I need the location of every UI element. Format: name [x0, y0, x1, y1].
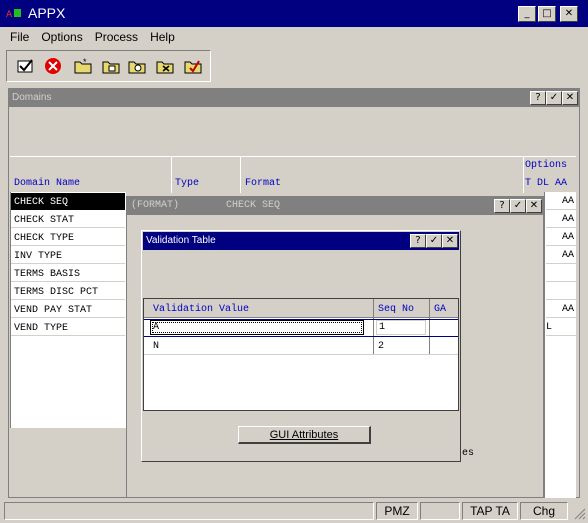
domain-name-cell: CHECK TYPE [14, 233, 75, 244]
cancel-icon[interactable] [42, 56, 64, 76]
format-close-button[interactable]: ✕ [526, 199, 542, 213]
domains-ok-button[interactable]: ✓ [546, 91, 562, 105]
svg-text:A: A [6, 10, 13, 20]
gui-attributes-button[interactable]: GUI Attributes [238, 426, 371, 444]
validation-close-button[interactable]: ✕ [442, 234, 458, 248]
menu-options[interactable]: Options [35, 30, 88, 44]
domain-row[interactable]: VEND TYPE [11, 319, 125, 336]
status-cell-chg: Chg [520, 502, 568, 520]
domain-row[interactable]: VEND PAY STAT [11, 301, 125, 318]
seq-no-input[interactable]: 1 [376, 320, 426, 335]
status-cell-main [4, 502, 374, 520]
validation-value-input[interactable]: A [150, 320, 364, 335]
option-cell[interactable]: L [546, 319, 576, 336]
header-seq-no: Seq No [378, 304, 415, 315]
domain-name-cell: INV TYPE [14, 251, 63, 262]
minimize-button[interactable]: _ [518, 6, 536, 22]
domains-title-bar [9, 89, 579, 107]
format-title-bar [127, 197, 543, 215]
folder-delete-icon[interactable] [154, 56, 176, 76]
format-help-button[interactable]: ? [494, 199, 510, 213]
status-cell-pmz: PMZ [376, 502, 418, 520]
domains-table-header [10, 156, 576, 193]
folder-search-icon[interactable] [126, 56, 148, 76]
option-cell[interactable]: AA [546, 211, 576, 228]
option-cell[interactable]: AA [546, 247, 576, 264]
validation-ok-button[interactable]: ✓ [426, 234, 442, 248]
menu-file[interactable]: File [4, 30, 35, 44]
status-cell-tap: TAP TA [462, 502, 518, 520]
validation-value-cell[interactable]: N [153, 341, 159, 352]
domain-row[interactable]: INV TYPE [11, 247, 125, 264]
domain-row[interactable]: TERMS DISC PCT [11, 283, 125, 300]
domain-row[interactable]: CHECK STAT [11, 211, 125, 228]
domain-name-cell: TERMS BASIS [14, 269, 81, 280]
folder-new-icon[interactable]: * [72, 56, 94, 76]
app-logo-icon: A [6, 6, 22, 20]
format-title-left: (FORMAT) [131, 200, 180, 211]
folder-check-icon[interactable] [182, 56, 204, 76]
menu-help[interactable]: Help [144, 30, 181, 44]
option-cell[interactable] [546, 283, 576, 300]
title-bar [0, 0, 588, 27]
svg-text:*: * [83, 58, 87, 67]
validation-help-button[interactable]: ? [410, 234, 426, 248]
seq-no-cell[interactable]: 2 [378, 341, 384, 352]
option-cell[interactable] [546, 265, 576, 282]
option-cell[interactable]: AA [546, 301, 576, 318]
header-option-columns: T DL AA [525, 178, 568, 189]
table-row[interactable] [144, 338, 458, 355]
domains-title: Domains [12, 92, 52, 103]
domain-row[interactable]: TERMS BASIS [11, 265, 125, 282]
menu-bar: File Options Process Help [0, 27, 588, 46]
domains-help-button[interactable]: ? [530, 91, 546, 105]
header-domain-name: Domain Name [14, 178, 81, 189]
validation-title: Validation Table [146, 235, 216, 246]
folder-edit-icon[interactable] [100, 56, 122, 76]
option-cell[interactable]: AA [546, 193, 576, 210]
gui-attributes-label: GUI Attributes [269, 429, 339, 441]
domain-name-cell: VEND TYPE [14, 323, 69, 334]
header-options: Options [525, 160, 568, 171]
close-button[interactable]: ✕ [560, 6, 578, 22]
format-bottom-fragment: es [462, 448, 475, 459]
resize-grip-icon[interactable] [572, 506, 586, 520]
menu-process[interactable]: Process [89, 30, 144, 44]
header-format: Format [245, 178, 282, 189]
header-ga: GA [434, 304, 447, 315]
domain-name-cell: CHECK SEQ [14, 197, 69, 208]
domain-name-cell: VEND PAY STAT [14, 305, 93, 316]
maximize-button[interactable]: □ [538, 6, 556, 22]
format-title-right: CHECK SEQ [226, 200, 281, 211]
checkmark-icon[interactable] [14, 56, 36, 76]
status-cell-blank [420, 502, 460, 520]
domain-row[interactable]: CHECK TYPE [11, 229, 125, 246]
domain-name-cell: TERMS DISC PCT [14, 287, 99, 298]
option-cell[interactable]: AA [546, 229, 576, 246]
domain-name-cell: CHECK STAT [14, 215, 75, 226]
domains-close-button[interactable]: ✕ [562, 91, 578, 105]
header-validation-value: Validation Value [153, 304, 250, 315]
domain-row[interactable]: CHECK SEQ [11, 193, 125, 210]
format-ok-button[interactable]: ✓ [510, 199, 526, 213]
header-type: Type [175, 178, 200, 189]
app-title: APPX [28, 5, 66, 21]
